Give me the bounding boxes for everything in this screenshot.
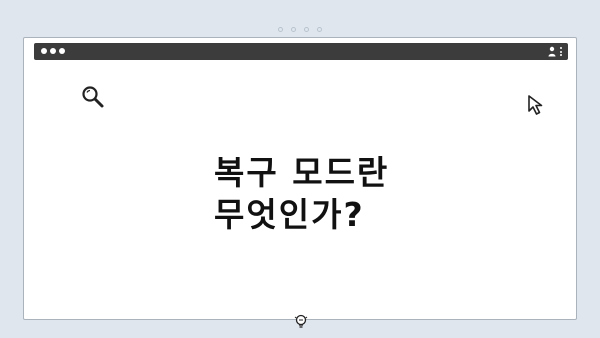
content-area: 복구 모드란 무엇인가?: [34, 60, 568, 328]
page-dot[interactable]: [304, 27, 309, 32]
window-minimize-button[interactable]: [50, 48, 56, 54]
page-dot[interactable]: [278, 27, 283, 32]
title-line-2: 무엇인가?: [214, 195, 365, 234]
page-dot[interactable]: [317, 27, 322, 32]
titlebar-actions: [548, 46, 562, 57]
window-titlebar: [34, 43, 568, 60]
window-maximize-button[interactable]: [59, 48, 65, 54]
window-close-button[interactable]: [41, 48, 47, 54]
title-line-1: 복구 모드란: [214, 153, 390, 192]
lightbulb-icon: [294, 314, 308, 328]
account-icon[interactable]: [548, 46, 556, 57]
search-icon: [82, 86, 104, 108]
cursor-icon: [528, 95, 543, 115]
kebab-menu-icon[interactable]: [560, 47, 562, 56]
window-controls: [41, 48, 65, 54]
browser-window: 복구 모드란 무엇인가?: [23, 37, 577, 328]
page-title: 복구 모드란 무엇인가?: [214, 152, 454, 236]
pagination-dots: [0, 27, 600, 32]
page-dot[interactable]: [291, 27, 296, 32]
